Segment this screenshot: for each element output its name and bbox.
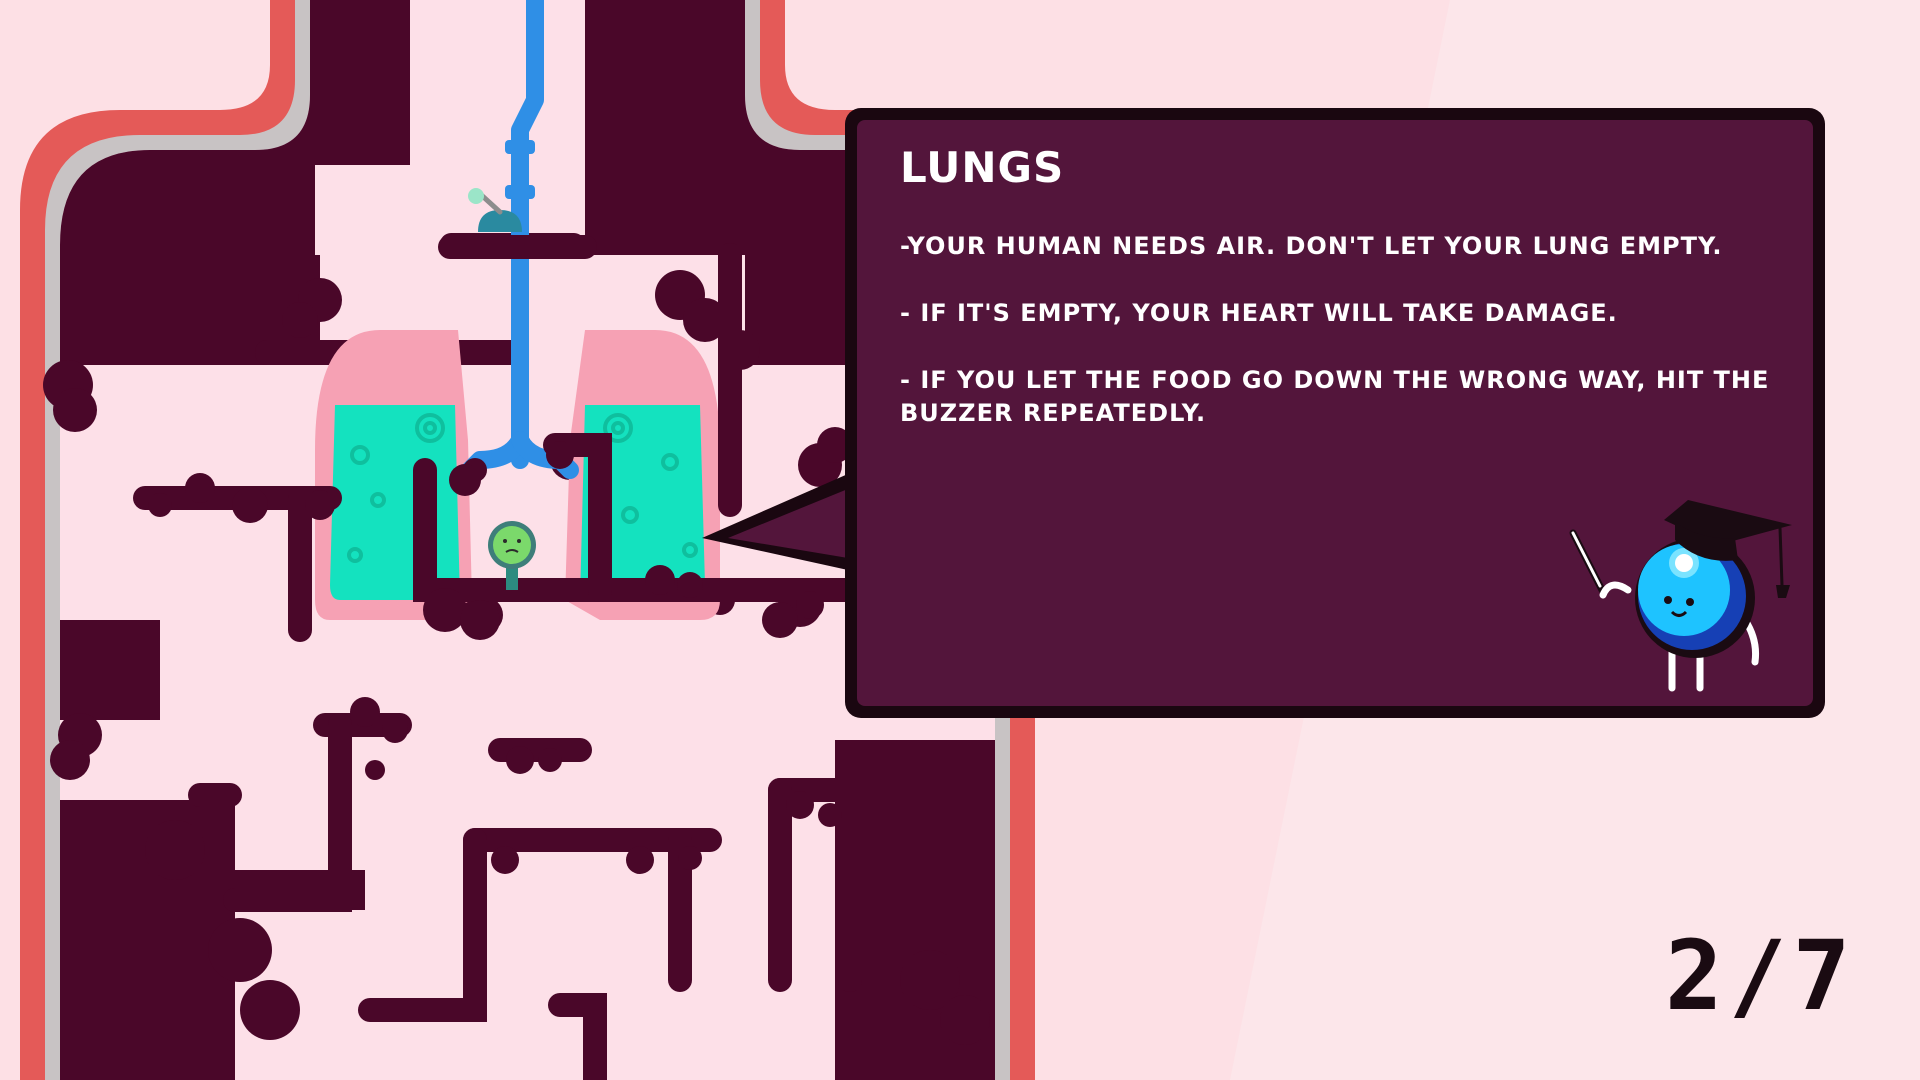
tutorial-panel: LUNGS -YOUR HUMAN NEEDS AIR. DON'T LET Y… xyxy=(845,108,1825,718)
tip-damage: - IF IT'S EMPTY, YOUR HEART WILL TAKE DA… xyxy=(900,299,1618,327)
page-counter: 2/7 xyxy=(1665,920,1857,1032)
tip-air: -YOUR HUMAN NEEDS AIR. DON'T LET YOUR LU… xyxy=(900,232,1723,260)
tutorial-title: LUNGS xyxy=(900,143,1065,192)
tip-buzzer: - IF YOU LET THE FOOD GO DOWN THE WRONG … xyxy=(900,366,1770,427)
